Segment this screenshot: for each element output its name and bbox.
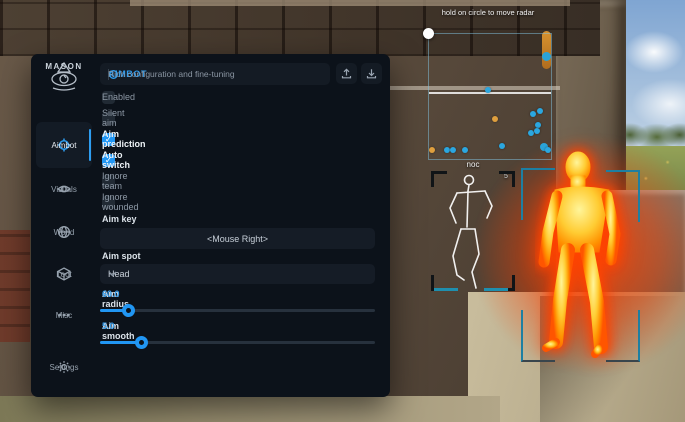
- aim-smooth-value: 5.0: [102, 321, 115, 331]
- sidebar-item-world[interactable]: World: [36, 210, 92, 254]
- import-config-button[interactable]: [361, 63, 382, 84]
- radar-horizon-line: [429, 92, 551, 94]
- radar-panel: [428, 33, 552, 160]
- esp-player-name: noc: [431, 160, 515, 169]
- game-screen: noc 5 hold on circle to move radar: [0, 0, 685, 422]
- player-bracket-bottom-right: [606, 310, 640, 362]
- sidebar-item-settings[interactable]: Settings: [36, 345, 92, 389]
- aim-spot-label: Aim spot: [102, 251, 141, 261]
- radar-drag-handle[interactable]: [423, 28, 434, 39]
- radar-dot-blue: [534, 128, 540, 134]
- scene-ground-left: [0, 396, 500, 422]
- sidebar-item-misc[interactable]: Misc: [36, 293, 92, 337]
- export-config-button[interactable]: [336, 63, 357, 84]
- radar-dot-orange: [492, 116, 498, 122]
- aim-radius-slider[interactable]: [100, 303, 375, 317]
- player-bracket-bottom-left: [521, 310, 555, 362]
- radar-dot-blue: [530, 111, 536, 117]
- chevron-down-icon: [108, 271, 117, 277]
- radar-dot-blue: [462, 147, 468, 153]
- section-header: AIMBOT Rich configuration and fine-tunin…: [100, 63, 330, 85]
- checkbox-label: Aim prediction: [102, 129, 146, 149]
- checkbox-label: Ignore team: [102, 171, 128, 191]
- radar-dot-blue: [537, 108, 543, 114]
- brand-logo: MASON: [31, 62, 97, 120]
- scene-red-bricks: [0, 230, 30, 342]
- checkbox-label: Ignore wounded: [102, 192, 139, 212]
- slider-track[interactable]: [100, 309, 375, 312]
- aim-spot-select[interactable]: Head: [100, 264, 375, 284]
- sidebar-item-aimbot[interactable]: Aimbot: [36, 122, 92, 168]
- sidebar-item-label: Aimbot: [52, 141, 77, 150]
- cheat-menu-panel: MASON Aimbot Visuals World: [31, 54, 390, 397]
- checkbox-label: Silent aim: [102, 108, 125, 128]
- upload-icon: [341, 68, 352, 79]
- sidebar-item-label: World: [54, 228, 75, 237]
- radar-hint-text: hold on circle to move radar: [398, 8, 578, 17]
- scene-wall-ledge: [130, 0, 570, 6]
- checkbox-label: Enabled: [102, 92, 135, 102]
- sidebar-item-label: Loot: [56, 270, 72, 279]
- player-bracket-top-left: [521, 168, 555, 220]
- checkbox-label: Auto switch: [102, 150, 130, 170]
- aim-key-binding-button[interactable]: <Mouse Right>: [100, 228, 375, 249]
- section-subtitle: Rich configuration and fine-tuning: [108, 69, 235, 79]
- slider-thumb[interactable]: [122, 304, 135, 317]
- aim-smooth-slider[interactable]: [100, 335, 375, 349]
- brand-name: MASON: [45, 62, 82, 71]
- sidebar-item-label: Misc: [56, 311, 72, 320]
- download-icon: [366, 68, 377, 79]
- sidebar-item-loot[interactable]: Loot: [36, 252, 92, 296]
- slider-thumb[interactable]: [135, 336, 148, 349]
- aim-key-label: Aim key: [102, 214, 137, 224]
- sidebar-item-visuals[interactable]: Visuals: [36, 167, 92, 211]
- aim-radius-value: 60.0: [102, 289, 120, 299]
- aim-key-value: <Mouse Right>: [207, 234, 268, 244]
- radar-dot-blue: [450, 147, 456, 153]
- radar-dot-blue: [499, 143, 505, 149]
- radar-dot-blue: [545, 147, 551, 153]
- radar-dot-blue: [485, 87, 491, 93]
- player-bracket-top-right: [606, 170, 640, 222]
- esp-skeleton: [430, 170, 516, 294]
- sidebar-item-label: Visuals: [51, 185, 77, 194]
- radar-dot-orange: [429, 147, 435, 153]
- sidebar-item-label: Settings: [50, 363, 79, 372]
